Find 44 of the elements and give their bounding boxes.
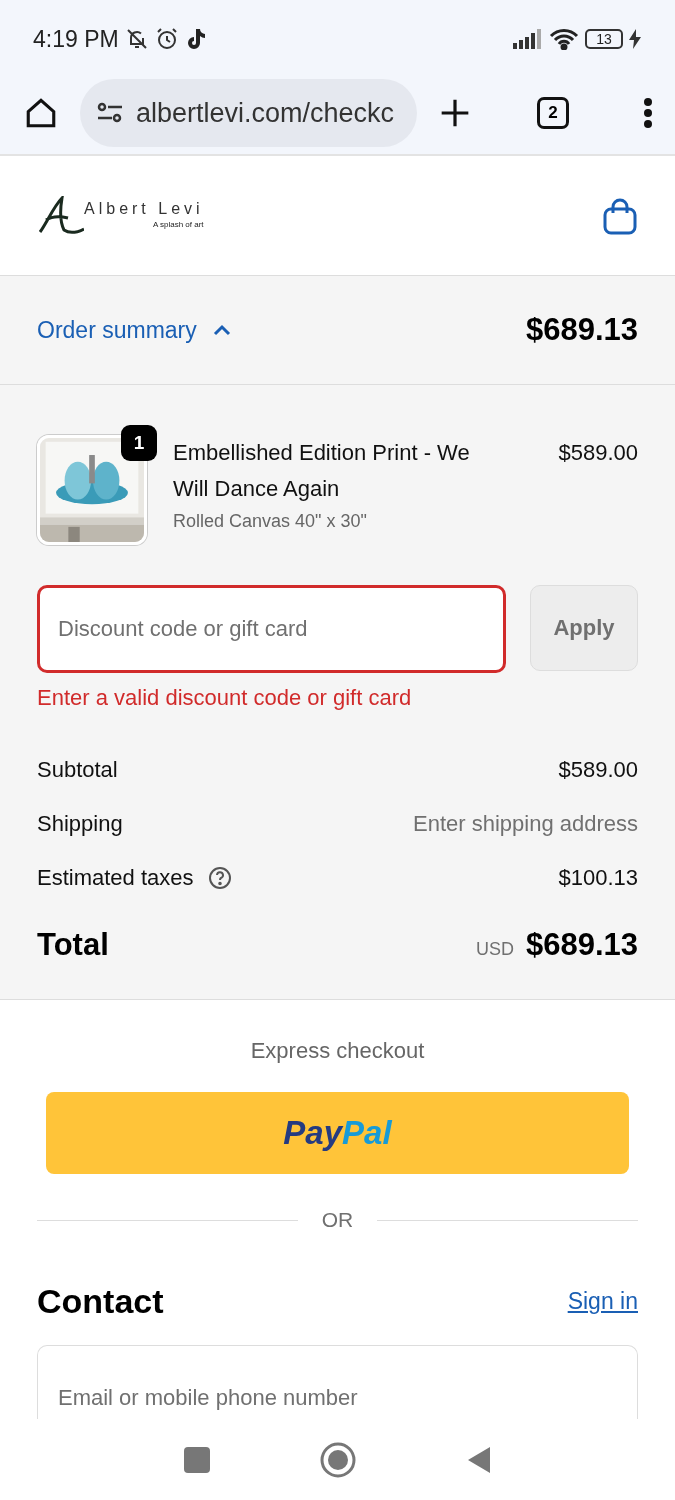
home-button-icon[interactable] [319,1442,356,1478]
home-icon[interactable] [24,96,58,130]
address-bar[interactable]: albertlevi.com/checkc [80,79,417,147]
bell-off-icon [124,27,149,51]
total-label: Total [37,927,109,963]
status-time: 4:19 PM [33,25,119,53]
help-icon[interactable] [207,866,232,890]
recents-icon[interactable] [183,1447,210,1473]
quantity-badge: 1 [121,425,157,461]
product-title: Embellished Edition Print - We Will Dance Again [173,439,471,503]
battery-icon: 13 [585,29,623,49]
total-amount: $689.13 [525,927,638,963]
line-value: Enter shipping address [412,811,638,837]
signal-icon [513,29,543,49]
error-message: Enter a valid discount code or gift card [37,685,413,711]
more-icon[interactable] [643,97,653,129]
line-label: Estimated taxes [37,865,194,891]
sign-in-link[interactable]: Sign in [567,1288,638,1315]
paypal-button[interactable]: PayPal [46,1092,629,1174]
product-variant: Rolled Canvas 40" x 30" [173,511,368,532]
or-divider-text: OR [321,1208,354,1232]
bolt-icon [629,29,641,49]
line-label: Subtotal [37,757,118,783]
contact-heading: Contact [37,1282,164,1321]
plus-icon[interactable] [439,97,471,129]
apply-button[interactable]: Apply [530,585,638,671]
express-checkout-title: Express checkout [249,1038,426,1064]
brand-name: Albert Levi [84,199,204,218]
shopping-bag-icon[interactable] [603,196,637,235]
summary-total: $689.13 [525,312,638,348]
line-value: $100.13 [558,865,638,891]
order-summary-toggle[interactable]: Order summary [37,316,231,344]
tab-switcher-button[interactable]: 2 [537,97,569,129]
logo-mark-icon [38,195,84,236]
line-label: Shipping [37,811,123,837]
brand-tagline: A splash of art [152,219,204,229]
line-value: $589.00 [558,757,638,783]
currency-code: USD [475,938,514,960]
email-field[interactable]: Email or mobile phone number [37,1345,638,1419]
wifi-icon [549,28,579,50]
tune-icon[interactable] [96,101,124,125]
discount-field[interactable]: Discount code or gift card [37,585,506,673]
caret-icon [212,324,231,336]
product-price: $589.00 [558,439,638,467]
